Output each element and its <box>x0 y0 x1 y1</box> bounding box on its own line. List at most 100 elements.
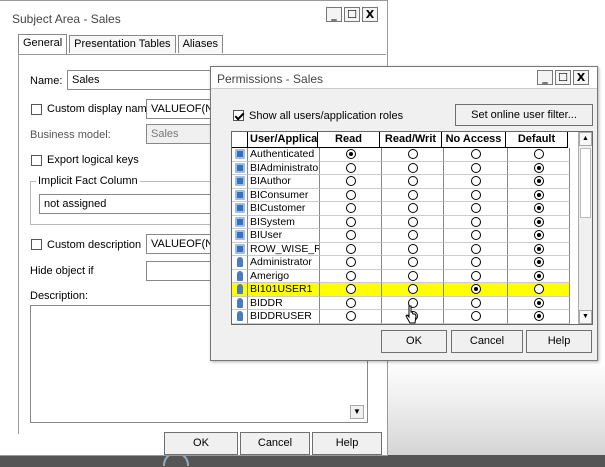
implicit-fact-field[interactable]: not assigned <box>39 194 216 214</box>
radio-read-write[interactable] <box>407 176 418 187</box>
name-input[interactable]: Sales <box>67 70 227 90</box>
grid-row[interactable]: BIDDR <box>232 296 570 310</box>
scroll-thumb[interactable] <box>580 148 591 218</box>
radio-read[interactable] <box>345 203 356 214</box>
radio-default[interactable] <box>533 149 544 160</box>
show-all-users-checkbox[interactable] <box>233 110 244 121</box>
column-header-read[interactable]: Read <box>318 132 380 148</box>
radio-no-access[interactable] <box>470 257 481 268</box>
radio-read[interactable] <box>345 176 356 187</box>
radio-default[interactable] <box>533 230 544 241</box>
grid-row[interactable]: ROW_WISE_R <box>232 242 570 256</box>
grid-row[interactable]: BIUser <box>232 229 570 243</box>
permissions-close-button[interactable]: X <box>573 70 589 85</box>
radio-default[interactable] <box>533 270 544 281</box>
radio-read-write[interactable] <box>407 230 418 241</box>
permissions-cancel-button[interactable]: Cancel <box>451 330 523 353</box>
radio-read[interactable] <box>345 149 356 160</box>
tab-aliases[interactable]: Aliases <box>177 35 224 53</box>
radio-default[interactable] <box>533 162 544 173</box>
grid-row[interactable]: BICustomer <box>232 202 570 216</box>
radio-read-write[interactable] <box>407 189 418 200</box>
radio-read-write[interactable] <box>407 284 418 295</box>
radio-no-access[interactable] <box>470 162 481 173</box>
export-logical-keys-checkbox[interactable] <box>31 155 42 166</box>
radio-read-write[interactable] <box>407 216 418 227</box>
permissions-maximize-button[interactable]: ☐ <box>555 70 571 85</box>
tab-general[interactable]: General <box>18 34 68 54</box>
radio-default[interactable] <box>533 189 544 200</box>
radio-no-access[interactable] <box>470 311 481 322</box>
radio-read[interactable] <box>345 270 356 281</box>
radio-no-access[interactable] <box>470 149 481 160</box>
grid-row[interactable]: BIConsumer <box>232 188 570 202</box>
radio-read-write[interactable] <box>407 257 418 268</box>
grid-row[interactable]: Administrator <box>232 256 570 270</box>
cancel-button[interactable]: Cancel <box>240 432 310 455</box>
minimize-button[interactable]: _ <box>326 7 342 22</box>
ok-button[interactable]: OK <box>164 432 238 455</box>
permissions-ok-button[interactable]: OK <box>381 330 447 353</box>
radio-no-access[interactable] <box>470 243 481 254</box>
radio-default[interactable] <box>533 284 544 295</box>
help-button[interactable]: Help <box>312 432 382 455</box>
radio-default[interactable] <box>533 203 544 214</box>
radio-default[interactable] <box>533 243 544 254</box>
hide-object-input[interactable] <box>146 261 216 281</box>
radio-read[interactable] <box>345 162 356 173</box>
scroll-down-icon[interactable]: ▼ <box>579 310 592 324</box>
column-header-no-access[interactable]: No Access <box>442 132 506 148</box>
radio-default[interactable] <box>533 176 544 187</box>
radio-read[interactable] <box>345 284 356 295</box>
radio-default[interactable] <box>533 297 544 308</box>
grid-row[interactable]: BIAdministrator <box>232 161 570 175</box>
radio-read-write[interactable] <box>407 203 418 214</box>
radio-default[interactable] <box>533 216 544 227</box>
radio-no-access[interactable] <box>470 284 481 295</box>
column-header-default[interactable]: Default <box>506 132 568 148</box>
radio-read[interactable] <box>345 189 356 200</box>
radio-read-write[interactable] <box>407 149 418 160</box>
radio-read-write[interactable] <box>407 270 418 281</box>
custom-description-checkbox[interactable] <box>31 239 42 250</box>
grid-row[interactable]: BIAuthor <box>232 175 570 189</box>
radio-no-access[interactable] <box>470 203 481 214</box>
custom-display-name-checkbox[interactable] <box>31 104 42 115</box>
radio-read[interactable] <box>345 311 356 322</box>
column-header-read-write[interactable]: Read/Writ <box>380 132 442 148</box>
grid-scrollbar[interactable]: ▲ ▼ <box>578 132 592 324</box>
radio-no-access[interactable] <box>470 176 481 187</box>
radio-read[interactable] <box>345 230 356 241</box>
radio-no-access[interactable] <box>470 270 481 281</box>
set-online-user-filter-button[interactable]: Set online user filter... <box>455 104 593 126</box>
radio-no-access[interactable] <box>470 230 481 241</box>
maximize-button[interactable]: ☐ <box>344 7 360 22</box>
column-header-user[interactable]: User/Applica <box>248 132 318 148</box>
radio-read[interactable] <box>345 243 356 254</box>
user-icon <box>236 311 243 322</box>
radio-default[interactable] <box>533 311 544 322</box>
radio-read[interactable] <box>345 216 356 227</box>
grid-row[interactable]: Authenticated <box>232 148 570 162</box>
radio-no-access[interactable] <box>470 216 481 227</box>
radio-default[interactable] <box>533 257 544 268</box>
permissions-help-button[interactable]: Help <box>526 330 592 353</box>
scroll-down-icon[interactable]: ▼ <box>350 405 364 419</box>
grid-row[interactable]: BIDDRUSER <box>232 310 570 324</box>
radio-read-write[interactable] <box>407 162 418 173</box>
radio-read[interactable] <box>345 257 356 268</box>
grid-row[interactable]: Amerigo <box>232 269 570 283</box>
custom-display-name-input[interactable]: VALUEOF(N <box>146 99 216 119</box>
close-button[interactable]: X <box>362 7 378 22</box>
radio-read[interactable] <box>345 297 356 308</box>
tab-presentation-tables[interactable]: Presentation Tables <box>69 35 176 53</box>
permissions-minimize-button[interactable]: _ <box>537 70 553 85</box>
grid-row[interactable]: BISystem <box>232 215 570 229</box>
grid-row[interactable]: BI101USER1 <box>232 283 570 297</box>
radio-no-access[interactable] <box>470 297 481 308</box>
radio-no-access[interactable] <box>470 189 481 200</box>
row-name: BIDDRUSER <box>248 310 320 324</box>
scroll-up-icon[interactable]: ▲ <box>579 132 592 146</box>
custom-description-input[interactable]: VALUEOF(N <box>146 234 216 254</box>
radio-read-write[interactable] <box>407 243 418 254</box>
